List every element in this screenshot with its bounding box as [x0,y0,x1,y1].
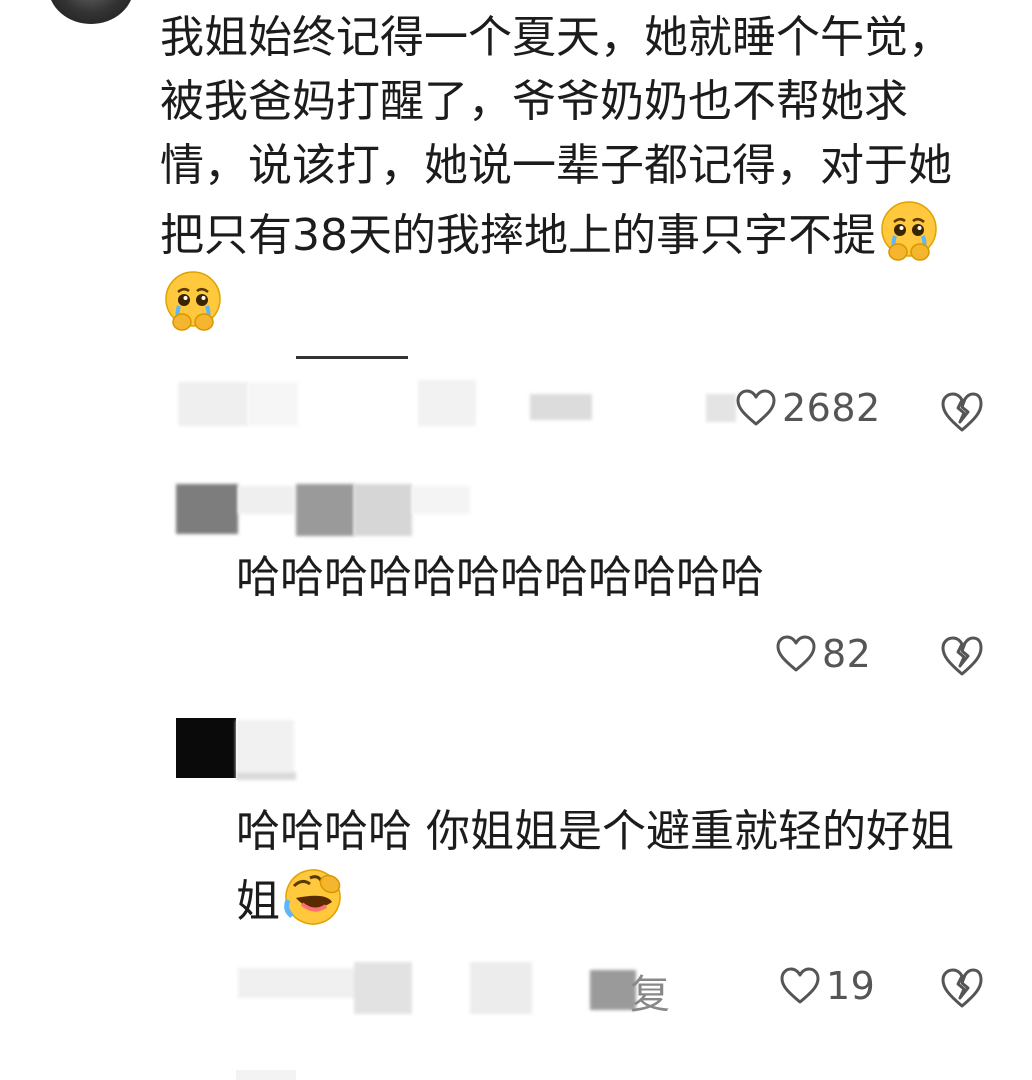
redacted-timestamp [354,962,412,1014]
heart-outline-icon [780,967,820,1004]
like-count: 82 [822,632,872,676]
comment-3-header [0,716,1032,782]
broken-heart-icon[interactable] [940,390,984,434]
commenter-avatar[interactable] [48,0,134,24]
redacted-location [418,380,476,426]
redacted-avatar[interactable] [176,484,238,534]
next-comment-edge [236,1070,296,1080]
broken-heart-icon[interactable] [940,634,984,678]
like-button[interactable]: 19 [780,964,875,1008]
redacted-location [470,962,532,1014]
comment-1-text: 我姐始终记得一个夏天，她就睡个午觉，被我爸妈打醒了，爷爷奶奶也不帮她求情，说该打… [160,6,972,338]
redacted-username [412,486,470,514]
comment-1-meta: 2682 [0,380,1032,436]
heart-outline-icon [776,635,816,672]
crying-emoji-icon [876,198,942,264]
redacted-timestamp [248,382,298,426]
redacted-avatar[interactable] [176,718,236,778]
redacted-timestamp [238,968,358,998]
broken-heart-icon[interactable] [940,966,984,1010]
laughing-crying-emoji-icon [280,864,346,930]
comment-3-meta: 回复 19 [0,958,1032,1018]
like-count: 2682 [782,386,881,430]
comment-2-body: 哈哈哈哈哈哈哈哈哈哈哈哈 [236,552,764,603]
reply-button[interactable]: 回复 [590,962,670,1018]
comment-1-body: 我姐始终记得一个夏天，她就睡个午觉，被我爸妈打醒了，爷爷奶奶也不帮她求情，说该打… [160,12,952,261]
comment-2-header [0,480,1032,540]
redacted-username [236,772,296,780]
redacted-username [236,720,294,772]
redacted-username [296,484,354,536]
redacted-reply-button[interactable] [530,394,592,420]
heart-outline-icon [736,389,776,426]
redacted-username [354,484,412,536]
crying-emoji-icon [160,268,226,334]
comment-2-text: 哈哈哈哈哈哈哈哈哈哈哈哈 [236,546,996,610]
redacted-timestamp [178,382,248,426]
redacted-username [238,486,294,514]
like-button[interactable]: 82 [776,632,871,676]
underline-mark [296,356,408,359]
like-button[interactable]: 2682 [736,386,881,430]
comment-2-meta: 82 [0,626,1032,682]
redacted-like-area [706,394,736,422]
comment-3-text: 哈哈哈哈 你姐姐是个避重就轻的好姐姐 [236,800,976,934]
like-count: 19 [826,964,876,1008]
